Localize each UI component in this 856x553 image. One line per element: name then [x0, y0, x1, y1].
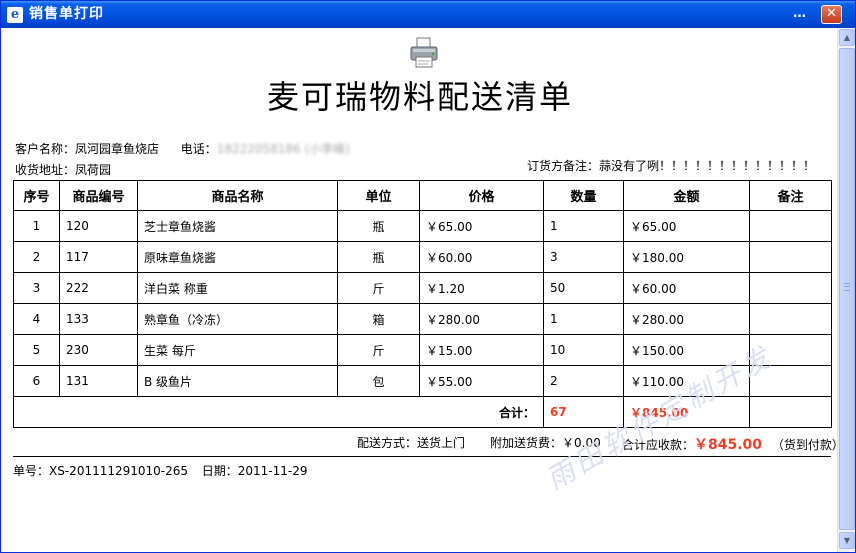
cell-name: B 级鱼片	[137, 365, 338, 397]
cell-remark	[749, 303, 832, 335]
vertical-scrollbar[interactable]: ▲ ▼	[837, 28, 855, 552]
print-document: 麦可瑞物料配送清单 客户名称：凤河园章鱼烧店 电话：18222058186 (小…	[3, 28, 844, 552]
order-no-label: 单号：	[13, 464, 50, 478]
grip-icon	[844, 283, 850, 291]
total-remark	[749, 396, 832, 428]
delivery-value: 送货上门	[417, 436, 466, 450]
cell-unit: 包	[337, 365, 420, 397]
cell-no: 6	[13, 365, 60, 397]
cell-name: 芝士章鱼烧酱	[137, 210, 338, 242]
cell-code: 222	[59, 272, 138, 304]
window-titlebar[interactable]: e 销售单打印 … ✕	[1, 1, 855, 28]
extra-fee-label: 附加送货费：	[490, 436, 563, 450]
cell-unit: 斤	[337, 334, 420, 366]
cell-unit: 瓶	[337, 210, 420, 242]
phone-label: 电话：	[180, 142, 217, 156]
cell-name: 熟章鱼（冷冻）	[137, 303, 338, 335]
cell-amount: ￥60.00	[623, 272, 750, 304]
cell-unit: 斤	[337, 272, 420, 304]
cell-no: 2	[13, 241, 60, 273]
scroll-down-button[interactable]: ▼	[839, 532, 855, 549]
cell-remark	[749, 241, 832, 273]
cell-no: 3	[13, 272, 60, 304]
header-unit: 单位	[337, 180, 420, 211]
grand-total-value: ￥845.00	[694, 437, 763, 453]
note-value: 蒜没有了咧！！！！！！！！！！！！！	[599, 159, 816, 173]
cell-code: 133	[59, 303, 138, 335]
minimize-button[interactable]: …	[789, 5, 810, 24]
cell-no: 1	[13, 210, 60, 242]
printer-icon[interactable]	[407, 36, 441, 70]
cell-code: 120	[59, 210, 138, 242]
order-footer: 单号：XS-201111291010-265 日期：2011-11-29	[13, 462, 307, 479]
total-label: 合计：	[13, 396, 544, 428]
cell-qty: 2	[543, 365, 624, 397]
scroll-thumb[interactable]	[839, 48, 855, 530]
table-row: 4 133 熟章鱼（冷冻） 箱 ￥280.00 1 ￥280.00	[13, 303, 832, 335]
table-row: 2 117 原味章鱼烧酱 瓶 ￥60.00 3 ￥180.00	[13, 241, 832, 273]
address-label: 收货地址：	[15, 163, 76, 177]
cell-price: ￥280.00	[419, 303, 544, 335]
ie-icon: e	[7, 7, 23, 23]
address-info: 收货地址：凤荷园	[15, 161, 111, 178]
cell-no: 5	[13, 334, 60, 366]
print-window: e 销售单打印 … ✕ 麦可瑞物料配送清单 客户名称：凤河园章鱼烧店 电话：18…	[0, 0, 856, 553]
cell-name: 洋白菜 称重	[137, 272, 338, 304]
order-no-value: XS-201111291010-265	[49, 464, 189, 478]
cell-qty: 3	[543, 241, 624, 273]
delivery-label: 配送方式：	[357, 436, 418, 450]
divider	[13, 456, 831, 457]
cell-unit: 瓶	[337, 241, 420, 273]
cell-name: 原味章鱼烧酱	[137, 241, 338, 273]
cell-remark	[749, 210, 832, 242]
payment-note: （货到付款）	[771, 438, 844, 452]
cell-code: 230	[59, 334, 138, 366]
header-name: 商品名称	[137, 180, 338, 211]
table-header-row: 序号 商品编号 商品名称 单位 价格 数量 金额 备注	[13, 180, 832, 211]
header-qty: 数量	[543, 180, 624, 211]
cell-qty: 1	[543, 210, 624, 242]
phone-value: 18222058186 (小李峰)	[216, 142, 350, 156]
cell-price: ￥65.00	[419, 210, 544, 242]
table-row: 5 230 生菜 每斤 斤 ￥15.00 10 ￥150.00	[13, 334, 832, 366]
header-no: 序号	[13, 180, 60, 211]
cell-qty: 1	[543, 303, 624, 335]
cell-remark	[749, 272, 832, 304]
customer-info: 客户名称：凤河园章鱼烧店 电话：18222058186 (小李峰)	[15, 140, 350, 157]
address-value: 凤荷园	[75, 163, 112, 177]
document-title: 麦可瑞物料配送清单	[266, 78, 573, 116]
header-remark: 备注	[749, 180, 832, 211]
cell-no: 4	[13, 303, 60, 335]
date-value: 2011-11-29	[237, 464, 308, 478]
header-code: 商品编号	[59, 180, 138, 211]
order-note: 订货方备注：蒜没有了咧！！！！！！！！！！！！！	[527, 157, 815, 174]
scroll-up-button[interactable]: ▲	[839, 29, 855, 46]
header-amount: 金额	[623, 180, 750, 211]
customer-name: 凤河园章鱼烧店	[75, 142, 160, 156]
cell-amount: ￥65.00	[623, 210, 750, 242]
customer-label: 客户名称：	[15, 142, 76, 156]
cell-qty: 50	[543, 272, 624, 304]
cell-amount: ￥180.00	[623, 241, 750, 273]
cell-amount: ￥280.00	[623, 303, 750, 335]
cell-code: 131	[59, 365, 138, 397]
cell-price: ￥1.20	[419, 272, 544, 304]
window-title: 销售单打印	[29, 6, 104, 22]
cell-price: ￥55.00	[419, 365, 544, 397]
cell-code: 117	[59, 241, 138, 273]
cell-qty: 10	[543, 334, 624, 366]
cell-price: ￥15.00	[419, 334, 544, 366]
close-button[interactable]: ✕	[821, 5, 842, 24]
header-price: 价格	[419, 180, 544, 211]
table-row: 1 120 芝士章鱼烧酱 瓶 ￥65.00 1 ￥65.00	[13, 210, 832, 242]
note-label: 订货方备注：	[527, 159, 600, 173]
table-row: 3 222 洋白菜 称重 斤 ￥1.20 50 ￥60.00	[13, 272, 832, 304]
date-label: 日期：	[201, 464, 238, 478]
cell-unit: 箱	[337, 303, 420, 335]
cell-name: 生菜 每斤	[137, 334, 338, 366]
cell-price: ￥60.00	[419, 241, 544, 273]
delivery-method: 配送方式：送货上门	[357, 434, 465, 451]
